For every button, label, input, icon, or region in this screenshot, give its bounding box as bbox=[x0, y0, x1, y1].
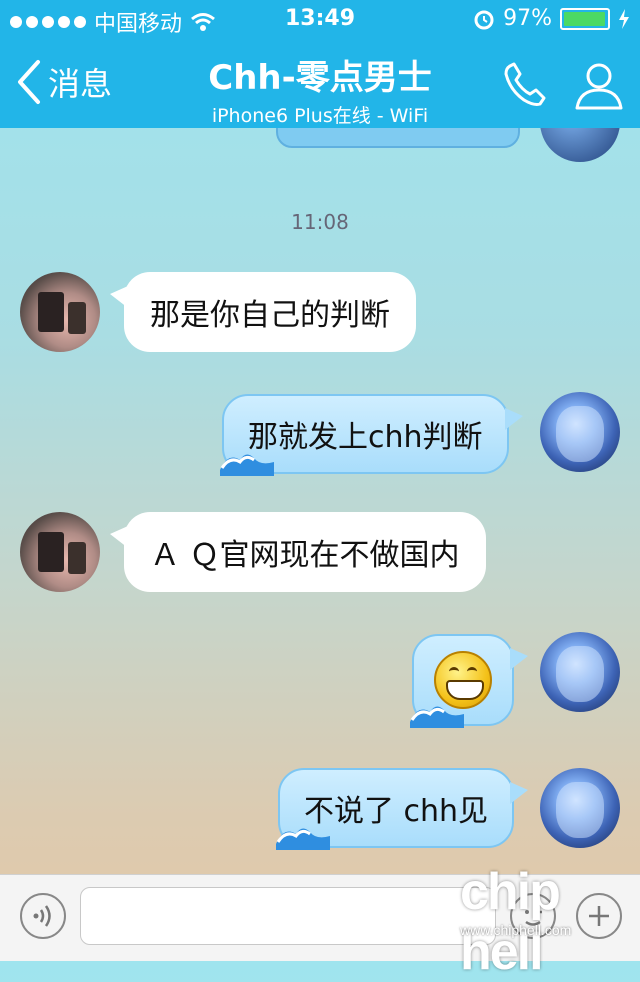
message-text: 那是你自己的判断 bbox=[150, 298, 390, 333]
profile-button[interactable] bbox=[572, 58, 626, 112]
message-bubble-incoming[interactable]: 那是你自己的判断 bbox=[110, 272, 416, 352]
chat-area[interactable]: 11:08 那是你自己的判断 那就发上chh判断 Ａ Ｑ官网现在不做国内 不说了… bbox=[0, 128, 640, 874]
my-avatar[interactable] bbox=[540, 392, 620, 472]
message-bubble-outgoing[interactable]: 那就发上chh判断 bbox=[220, 394, 523, 476]
charging-icon bbox=[619, 8, 629, 29]
message-timestamp: 11:08 bbox=[291, 210, 349, 234]
wave-decoration-icon bbox=[276, 828, 330, 850]
my-avatar[interactable] bbox=[540, 128, 620, 162]
back-label: 消息 bbox=[48, 65, 113, 103]
message-bubble-outgoing[interactable] bbox=[410, 634, 528, 728]
nav-bar: 消息 Chh-零点男士 iPhone6 Plus在线 - WiFi bbox=[0, 40, 640, 128]
contact-avatar[interactable] bbox=[20, 512, 100, 592]
alarm-icon bbox=[474, 10, 494, 29]
message-bubble-incoming[interactable]: Ａ Ｑ官网现在不做国内 bbox=[110, 512, 486, 592]
voice-icon bbox=[33, 905, 51, 927]
status-bar: 中国移动 13:49 97% bbox=[0, 0, 640, 40]
contact-avatar[interactable] bbox=[20, 272, 100, 352]
header-bar: 中国移动 13:49 97% 消息 Chh-零点男士 iPhone6 Plus在… bbox=[0, 0, 640, 128]
message-text: Ａ Ｑ官网现在不做国内 bbox=[150, 538, 460, 573]
chat-title: Chh-零点男士 bbox=[208, 58, 432, 98]
battery-icon bbox=[560, 7, 610, 30]
grin-emoji-icon bbox=[434, 651, 492, 709]
back-button[interactable]: 消息 bbox=[14, 58, 112, 106]
voice-button[interactable] bbox=[20, 893, 66, 939]
message-text: 那就发上chh判断 bbox=[248, 420, 483, 455]
chevron-left-icon bbox=[18, 60, 40, 104]
my-avatar[interactable] bbox=[540, 632, 620, 712]
call-button[interactable] bbox=[500, 60, 550, 110]
battery-percent: 97% bbox=[503, 6, 552, 31]
phone-icon bbox=[504, 62, 546, 106]
chat-subtitle: iPhone6 Plus在线 - WiFi bbox=[211, 105, 429, 127]
chiphell-watermark: chip hell www.chiphell.com bbox=[460, 862, 636, 981]
person-icon bbox=[575, 63, 623, 110]
message-bubble-outgoing[interactable]: 不说了 chh见 bbox=[276, 768, 529, 850]
wave-decoration-icon bbox=[220, 454, 274, 476]
message-input[interactable] bbox=[80, 887, 496, 945]
watermark-url: www.chiphell.com bbox=[460, 922, 572, 938]
my-avatar[interactable] bbox=[540, 768, 620, 848]
previous-message-bubble bbox=[276, 128, 520, 148]
